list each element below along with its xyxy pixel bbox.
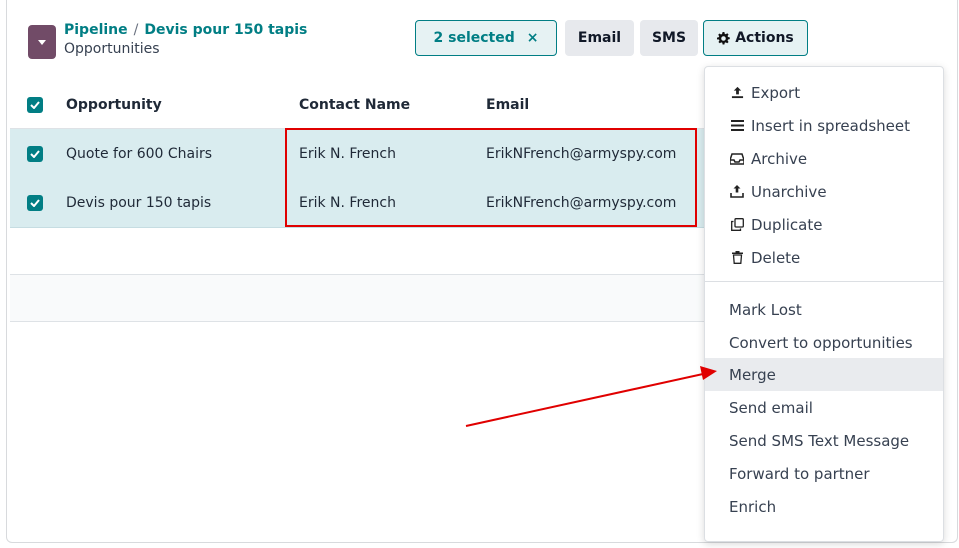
actions-dropdown-menu: Export Insert in spreadsheet Archive Una… <box>704 66 944 542</box>
selection-badge[interactable]: 2 selected × <box>415 20 557 56</box>
menu-item-send-sms[interactable]: Send SMS Text Message <box>705 424 943 457</box>
menu-item-insert-spreadsheet[interactable]: Insert in spreadsheet <box>705 109 943 142</box>
menu-item-label: Unarchive <box>751 182 827 201</box>
menu-item-send-email[interactable]: Send email <box>705 391 943 424</box>
menu-item-export[interactable]: Export <box>705 76 943 109</box>
cell-opportunity[interactable]: Devis pour 150 tapis <box>66 178 211 227</box>
select-all-checkbox[interactable] <box>27 97 43 113</box>
menu-item-duplicate[interactable]: Duplicate <box>705 208 943 241</box>
breadcrumb-separator: / <box>133 22 139 38</box>
menu-item-forward-to-partner[interactable]: Forward to partner <box>705 457 943 490</box>
breadcrumb-pipeline-link[interactable]: Pipeline <box>64 22 128 38</box>
menu-item-label: Archive <box>751 149 808 168</box>
table-header: Opportunity Contact Name Email <box>10 82 704 129</box>
menu-item-label: Export <box>751 83 801 102</box>
breadcrumb-current-link[interactable]: Devis pour 150 tapis <box>144 22 307 38</box>
selected-count: 2 selected <box>433 30 515 46</box>
unarchive-icon <box>729 185 745 198</box>
close-icon[interactable]: × <box>527 30 539 46</box>
column-header-opportunity[interactable]: Opportunity <box>66 82 162 128</box>
upload-icon <box>729 86 745 99</box>
view-menu-toggle[interactable] <box>28 25 56 59</box>
page-title: Opportunities <box>64 41 160 57</box>
menu-item-delete[interactable]: Delete <box>705 241 943 274</box>
breadcrumb: Pipeline / Devis pour 150 tapis Opportunit… <box>64 21 307 59</box>
caret-down-icon <box>38 39 46 45</box>
copy-icon <box>729 218 745 231</box>
menu-divider <box>705 281 943 282</box>
row-checkbox[interactable] <box>27 194 43 211</box>
email-button[interactable]: Email <box>565 20 634 56</box>
table-footer <box>10 274 704 322</box>
sms-button[interactable]: SMS <box>640 20 698 56</box>
actions-button[interactable]: Actions <box>703 20 808 56</box>
cell-opportunity[interactable]: Quote for 600 Chairs <box>66 129 212 178</box>
trash-icon <box>729 251 745 264</box>
menu-item-merge[interactable]: Merge <box>705 358 943 391</box>
inbox-icon <box>729 152 745 165</box>
row-checkbox[interactable] <box>27 145 43 162</box>
menu-item-label: Insert in spreadsheet <box>751 116 911 135</box>
check-icon <box>30 149 40 158</box>
menu-item-mark-lost[interactable]: Mark Lost <box>705 293 943 326</box>
menu-item-label: Duplicate <box>751 215 823 234</box>
gear-icon <box>717 31 730 45</box>
menu-item-enrich[interactable]: Enrich <box>705 490 943 523</box>
check-icon <box>30 198 40 207</box>
column-header-email[interactable]: Email <box>486 82 529 128</box>
menu-item-unarchive[interactable]: Unarchive <box>705 175 943 208</box>
menu-item-label: Delete <box>751 248 801 267</box>
annotation-highlight-box <box>285 128 697 227</box>
menu-item-convert-to-opportunities[interactable]: Convert to opportunities <box>705 326 943 359</box>
check-icon <box>30 101 40 109</box>
actions-label: Actions <box>735 30 794 46</box>
column-header-contact-name[interactable]: Contact Name <box>299 82 410 128</box>
menu-item-archive[interactable]: Archive <box>705 142 943 175</box>
list-icon <box>729 120 745 131</box>
